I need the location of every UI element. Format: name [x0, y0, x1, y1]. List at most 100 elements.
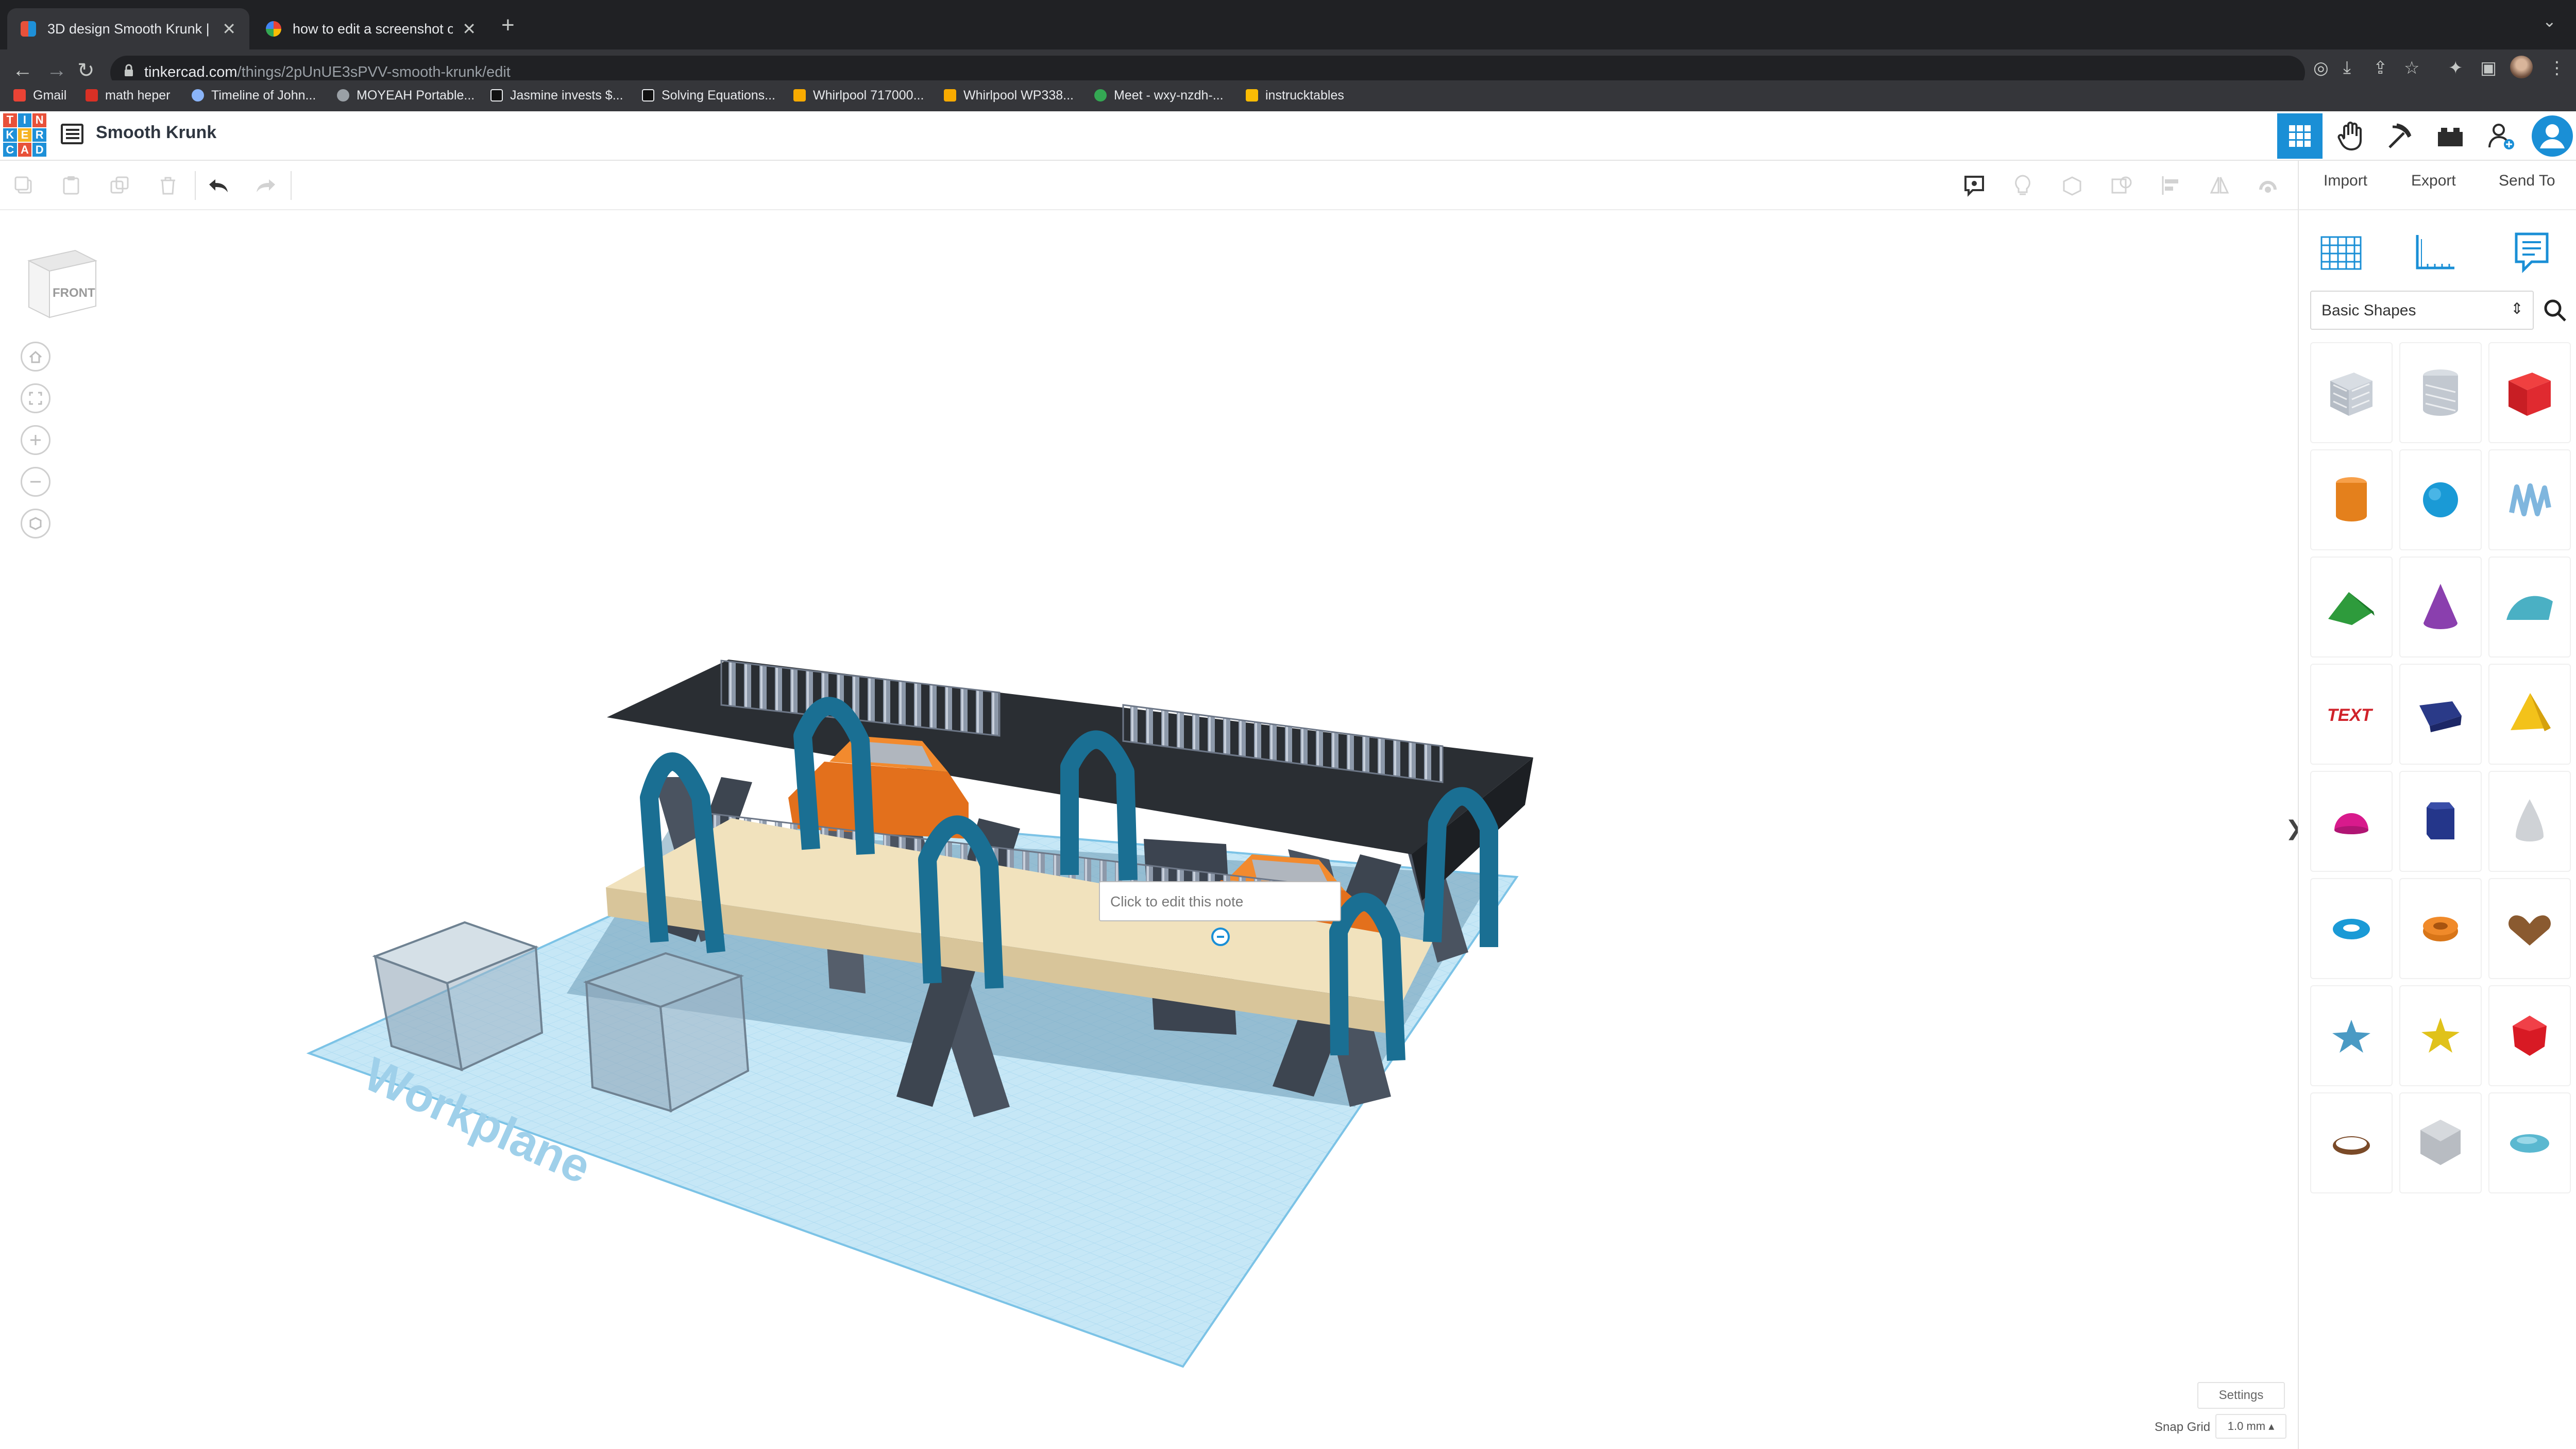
gold-star-shape[interactable]: [2399, 985, 2482, 1086]
settings-button[interactable]: Settings: [2197, 1382, 2285, 1409]
torus-shape[interactable]: [2310, 878, 2393, 979]
paste-icon[interactable]: [58, 172, 84, 199]
home-view-icon[interactable]: [21, 342, 50, 372]
user-avatar-button[interactable]: [2530, 113, 2575, 159]
side-panel-icon[interactable]: ▣: [2480, 58, 2497, 78]
star-shape[interactable]: [2310, 985, 2393, 1086]
shape-outline-icon[interactable]: [2059, 172, 2086, 199]
view-cube[interactable]: FRONT: [19, 240, 106, 328]
ring-shape[interactable]: [2310, 1092, 2393, 1193]
collapse-panel-chevron-icon[interactable]: ❯: [2285, 804, 2298, 853]
share-icon[interactable]: ⇪: [2373, 58, 2388, 78]
grid-view-icon: [2289, 125, 2311, 147]
bookmark-timeline-of-john[interactable]: Timeline of John...: [192, 88, 316, 103]
undo-icon[interactable]: [205, 172, 232, 199]
design-title[interactable]: Smooth Krunk: [96, 123, 216, 143]
duplicate-icon[interactable]: [106, 172, 133, 199]
bookmark-whirlpool-717000[interactable]: Whirlpool 717000...: [793, 88, 924, 103]
box-hole-shape[interactable]: [2310, 342, 2393, 443]
blocks-button[interactable]: [2377, 113, 2422, 159]
import-button[interactable]: Import: [2324, 172, 2367, 190]
bookmark-favicon-icon: [337, 89, 349, 102]
tab-tinkercad[interactable]: 3D design Smooth Krunk | Tinl ✕: [7, 8, 249, 49]
install-app-icon[interactable]: ⤓: [2343, 58, 2351, 78]
note-box[interactable]: Click to edit this note: [1099, 881, 1341, 921]
back-arrow-icon[interactable]: ←: [12, 59, 33, 82]
zoom-in-icon[interactable]: [21, 425, 50, 455]
3d-viewport[interactable]: Workplane FRONT Click to edit this note …: [0, 210, 2298, 1449]
snap-grid-select[interactable]: 1.0 mm ▴: [2215, 1414, 2286, 1439]
bookmark-meet[interactable]: Meet - wxy-nzdh-...: [1094, 88, 1224, 103]
extensions-puzzle-icon[interactable]: ✦: [2448, 58, 2463, 78]
ortho-view-icon[interactable]: [21, 509, 50, 538]
tab-search-chevron-icon[interactable]: ⌄: [2543, 11, 2556, 31]
round-roof-shape[interactable]: [2488, 557, 2571, 658]
delete-icon[interactable]: [155, 172, 181, 199]
icosahedron-shape[interactable]: [2488, 985, 2571, 1086]
shape-category-select[interactable]: Basic Shapes ⇕: [2310, 291, 2534, 330]
fit-view-icon[interactable]: [21, 383, 50, 413]
scribble-shape[interactable]: [2488, 449, 2571, 550]
zoom-out-icon[interactable]: [21, 467, 50, 497]
half-sphere-shape[interactable]: [2310, 771, 2393, 872]
heart-shape[interactable]: [2488, 878, 2571, 979]
bookmark-jasmine-invests[interactable]: Jasmine invests $...: [490, 88, 623, 103]
hand-icon: [2337, 122, 2362, 151]
close-tab-icon[interactable]: ✕: [222, 19, 236, 39]
cone-shape[interactable]: [2399, 557, 2482, 658]
3d-design-view-button[interactable]: [2277, 113, 2323, 159]
light-bulb-icon[interactable]: [2009, 172, 2036, 199]
roof-shape[interactable]: [2310, 557, 2393, 658]
workplane-tool-button[interactable]: [2312, 224, 2370, 281]
tab-title: how to edit a screenshot on m: [293, 21, 453, 37]
bookmark-gmail[interactable]: Gmail: [13, 88, 66, 103]
chrome-menu-icon[interactable]: ⋮: [2548, 58, 2566, 78]
cylinder-hole-shape[interactable]: [2399, 342, 2482, 443]
bookmark-math-heper[interactable]: math heper: [86, 88, 170, 103]
tinkercad-logo[interactable]: T I N K E R C A D: [3, 113, 46, 157]
profile-avatar-icon[interactable]: [2510, 56, 2533, 78]
cruise-magnet-icon[interactable]: [2255, 172, 2281, 199]
cylinder-shape[interactable]: [2310, 449, 2393, 550]
text-shape[interactable]: TEXT: [2310, 664, 2393, 765]
3d-scene[interactable]: Workplane: [0, 210, 2298, 1449]
geodesic-shape[interactable]: [2399, 1092, 2482, 1193]
forward-arrow-icon[interactable]: →: [46, 59, 67, 82]
hole-shape-icon[interactable]: [2108, 172, 2135, 199]
wedge-shape[interactable]: [2399, 664, 2482, 765]
notes-tool-icon[interactable]: [1961, 172, 1988, 199]
bookmark-moyeah-portable[interactable]: MOYEAH Portable...: [337, 88, 474, 103]
pyramid-shape[interactable]: [2488, 664, 2571, 765]
design-list-icon[interactable]: [61, 124, 83, 144]
box-shape[interactable]: [2488, 342, 2571, 443]
bookmark-star-icon[interactable]: ☆: [2404, 58, 2419, 78]
invite-user-button[interactable]: [2478, 113, 2523, 159]
export-button[interactable]: Export: [2411, 172, 2456, 190]
close-tab-icon[interactable]: ✕: [462, 19, 476, 39]
sphere-shape[interactable]: [2399, 449, 2482, 550]
bookmark-solving-equations[interactable]: Solving Equations...: [642, 88, 775, 103]
sim-lab-button[interactable]: [2329, 113, 2374, 159]
reload-icon[interactable]: ↻: [77, 59, 95, 82]
bookmark-instrucktables[interactable]: instrucktables: [1246, 88, 1344, 103]
note-pin-icon[interactable]: [1211, 928, 1230, 946]
mirror-icon[interactable]: [2206, 172, 2233, 199]
ruler-tool-button[interactable]: [2406, 224, 2464, 281]
notes-panel-button[interactable]: [2503, 224, 2561, 281]
redo-icon[interactable]: [252, 172, 279, 199]
shape-search-button[interactable]: [2539, 291, 2571, 330]
bookmark-whirlpool-wp338[interactable]: Whirlpool WP338...: [944, 88, 1074, 103]
bricks-button[interactable]: [2428, 113, 2473, 159]
tube-shape[interactable]: [2399, 878, 2482, 979]
polygon-shape[interactable]: [2399, 771, 2482, 872]
google-lens-icon[interactable]: ◎: [2313, 58, 2329, 78]
copy-icon[interactable]: [10, 172, 37, 199]
align-icon[interactable]: [2158, 172, 2184, 199]
new-tab-button[interactable]: +: [501, 12, 515, 38]
edit-toolbar: [0, 161, 2298, 210]
send-to-button[interactable]: Send To: [2499, 172, 2555, 190]
tab-google-search[interactable]: how to edit a screenshot on m ✕: [252, 8, 489, 49]
capsule-shape[interactable]: [2488, 1092, 2571, 1193]
paraboloid-shape[interactable]: [2488, 771, 2571, 872]
brick-icon: [2438, 128, 2463, 146]
